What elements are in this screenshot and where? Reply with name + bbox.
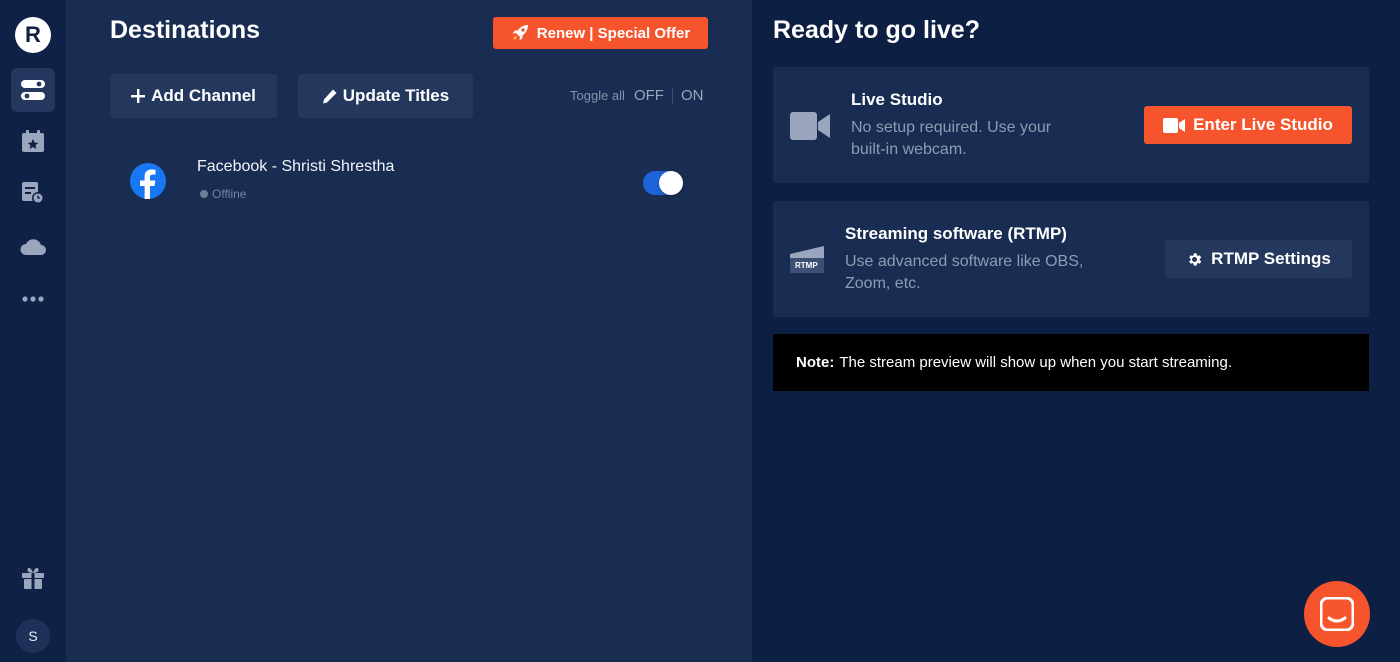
channel-status: Offline [200, 187, 246, 201]
channel-toggle-switch[interactable] [643, 171, 683, 195]
rtmp-title: Streaming software (RTMP) [845, 224, 1067, 243]
toggle-divider [671, 87, 673, 104]
facebook-icon [130, 163, 166, 199]
toggle-all-control: Toggle all OFF ON [570, 87, 703, 104]
chat-icon [1320, 597, 1354, 631]
add-channel-button[interactable]: Add Channel [110, 74, 277, 118]
destinations-panel: Destinations Renew | Special Offer Add C… [66, 0, 752, 662]
update-titles-label: Update Titles [342, 86, 450, 105]
renew-offer-label: Renew | Special Offer [536, 24, 691, 42]
live-studio-desc-line1: No setup required. Use your [851, 119, 1052, 136]
channel-status-text: Offline [212, 187, 247, 201]
rtmp-icon: RTMP [790, 246, 824, 273]
live-studio-desc-line2: built-in webcam. [851, 141, 967, 158]
add-channel-label: Add Channel [151, 86, 256, 105]
more-dots-icon [22, 296, 44, 302]
enter-live-studio-button[interactable]: Enter Live Studio [1144, 106, 1352, 144]
gift-icon [22, 567, 44, 589]
rtmp-icon-text: RTMP [795, 261, 818, 270]
pencil-icon [322, 89, 337, 103]
go-live-title: Ready to go live? [773, 16, 980, 44]
sidebar-item-schedule[interactable] [11, 171, 55, 215]
toggle-all-on[interactable]: ON [681, 87, 704, 104]
destinations-title: Destinations [110, 16, 261, 44]
sidebar-item-cloud[interactable] [11, 224, 55, 268]
app-window: R S Destinations Renew | Special Offer A… [0, 0, 1400, 662]
channel-name: Facebook - Shristi Shrestha [197, 158, 395, 175]
live-studio-card: Live Studio No setup required. Use your … [773, 67, 1369, 183]
cloud-icon [20, 239, 46, 255]
rocket-icon [512, 25, 528, 41]
video-camera-icon [790, 112, 830, 140]
sidebar-item-events[interactable] [11, 119, 55, 163]
toggle-all-label: Toggle all [570, 88, 625, 103]
schedule-clock-icon [22, 182, 44, 204]
sidebar-item-destinations[interactable] [11, 68, 55, 112]
renew-offer-button[interactable]: Renew | Special Offer [493, 17, 708, 49]
gear-icon [1189, 252, 1202, 266]
toggles-icon [21, 80, 45, 100]
stream-preview-note: Note: The stream preview will show up wh… [773, 334, 1369, 391]
rtmp-desc-line1: Use advanced software like OBS, [845, 253, 1084, 270]
go-live-panel: Ready to go live? Live Studio No setup r… [752, 0, 1400, 662]
calendar-star-icon [22, 130, 44, 152]
sidebar-item-more[interactable] [11, 277, 55, 321]
enter-live-studio-label: Enter Live Studio [1193, 115, 1333, 134]
rtmp-settings-label: RTMP Settings [1211, 249, 1331, 268]
rtmp-desc-line2: Zoom, etc. [845, 275, 921, 292]
toggle-all-off[interactable]: OFF [634, 87, 664, 104]
live-studio-description: No setup required. Use your built-in web… [851, 117, 1051, 161]
plus-icon [131, 89, 146, 103]
update-titles-button[interactable]: Update Titles [298, 74, 473, 118]
rtmp-card: RTMP Streaming software (RTMP) Use advan… [773, 201, 1369, 317]
brand-logo[interactable]: R [15, 17, 51, 53]
sidebar-item-gift[interactable] [11, 556, 55, 600]
sidebar-rail: R S [0, 0, 66, 662]
toggle-knob [659, 171, 683, 195]
user-avatar[interactable]: S [16, 619, 50, 653]
rtmp-settings-button[interactable]: RTMP Settings [1165, 240, 1352, 278]
status-dot [200, 190, 208, 198]
note-text: The stream preview will show up when you… [839, 354, 1232, 371]
note-label: Note: [796, 354, 835, 371]
rtmp-description: Use advanced software like OBS, Zoom, et… [845, 251, 1083, 295]
live-studio-title: Live Studio [851, 90, 943, 109]
video-camera-icon [1163, 117, 1186, 133]
chat-launcher-button[interactable] [1304, 581, 1370, 647]
